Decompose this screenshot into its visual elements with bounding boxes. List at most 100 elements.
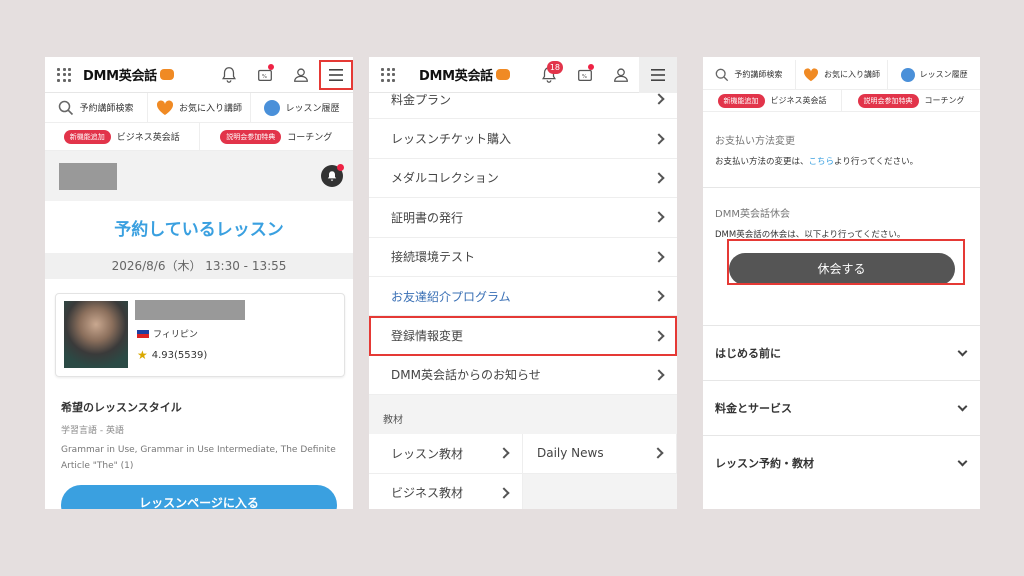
search-icon xyxy=(715,68,729,81)
quick-nav-coaching[interactable]: 説明会参加特典 コーチング xyxy=(200,123,354,150)
search-icon xyxy=(59,100,74,115)
chevron-right-icon xyxy=(653,132,665,145)
coaching-label: コーチング xyxy=(287,133,333,143)
quick-nav-row2: 新機能追加 ビジネス英会話 説明会参加特典 コーチング xyxy=(703,90,980,112)
materials-section-label: 教材 xyxy=(383,415,403,427)
bell-icon[interactable] xyxy=(211,57,247,93)
quick-nav-search-label: 予約講師検索 xyxy=(79,104,134,114)
app-grid-icon[interactable] xyxy=(57,67,71,82)
reserved-lessons-title: 予約しているレッスン xyxy=(114,220,284,240)
chevron-down-icon xyxy=(957,401,968,411)
lesson-materials: Grammar in Use, Grammar in Use Intermedi… xyxy=(61,445,336,471)
quick-nav-row2: 新機能追加 ビジネス英会話 説明会参加特典 コーチング xyxy=(45,123,353,151)
quick-nav-history-label: レッスン履歴 xyxy=(919,70,968,79)
svg-text:%: % xyxy=(582,74,587,80)
pause-section: DMM英会話休会 DMM英会話の休会は、以下より行ってください。 xyxy=(703,205,980,240)
heart-icon xyxy=(156,99,174,115)
menu-item-account-settings[interactable]: 登録情報変更 xyxy=(369,316,677,356)
menu-item-connection-test[interactable]: 接続環境テスト xyxy=(369,237,677,277)
pause-heading: DMM英会話休会 xyxy=(715,209,790,220)
heart-icon xyxy=(803,67,819,81)
menu-panel: DMM英会話 18 % 料金プラン レッスンチケット購入 メダルコレクション 証… xyxy=(369,57,677,509)
quick-nav-favorite[interactable]: お気に入り講師 xyxy=(148,93,251,122)
chevron-right-icon xyxy=(653,251,665,263)
payment-link[interactable]: こちら xyxy=(809,157,835,167)
lesson-date: 2026/8/6（木） 13:30 - 13:55 xyxy=(45,253,353,279)
redacted-tutor-name xyxy=(135,300,245,320)
quick-nav-favorite-label: お気に入り講師 xyxy=(178,104,242,114)
clock-icon xyxy=(900,67,915,82)
brand-logo[interactable]: DMM英会話 xyxy=(419,65,510,84)
quick-nav: 予約講師検索 お気に入り講師 レッスン履歴 xyxy=(703,60,980,90)
chevron-right-icon xyxy=(653,211,665,224)
quick-nav-business[interactable]: 新機能追加 ビジネス英会話 xyxy=(45,123,200,150)
quick-nav-favorite-label: お気に入り講師 xyxy=(824,70,880,79)
chevron-right-icon xyxy=(652,447,664,459)
enter-lesson-button[interactable]: レッスンページに入る xyxy=(61,485,337,509)
menu-item-referral[interactable]: お友達紹介プログラム xyxy=(369,276,677,317)
chevron-right-icon xyxy=(653,290,665,302)
faq-booking-materials[interactable]: レッスン予約・教材 xyxy=(703,435,980,490)
new-feature-badge: 新機能追加 xyxy=(63,129,111,144)
quick-nav-history[interactable]: レッスン履歴 xyxy=(888,60,980,89)
chevron-right-icon xyxy=(653,329,665,342)
lesson-style-heading: 希望のレッスンスタイル xyxy=(61,401,182,414)
chevron-right-icon xyxy=(653,369,665,381)
account-settings-panel: 予約講師検索 お気に入り講師 レッスン履歴 新機能追加 ビジネス英会話 説明会参加… xyxy=(703,57,980,509)
profile-icon[interactable] xyxy=(283,57,319,93)
app-header: DMM英会話 % xyxy=(45,57,353,93)
menu-item-news[interactable]: DMM英会話からのお知らせ xyxy=(369,355,677,396)
notification-bell-icon[interactable] xyxy=(321,164,344,187)
payment-section: お支払い方法変更 お支払い方法の変更は、こちらより行ってください。 xyxy=(703,132,980,167)
menu-item-certificate[interactable]: 証明書の発行 xyxy=(369,198,677,238)
philippines-flag-icon xyxy=(137,329,149,338)
menu-list: 料金プラン レッスンチケット購入 メダルコレクション 証明書の発行 接続環境テス… xyxy=(369,80,677,509)
chevron-right-icon xyxy=(653,93,665,105)
quick-nav-favorite[interactable]: お気に入り講師 xyxy=(796,60,889,89)
menu-item-daily-news[interactable]: Daily News xyxy=(523,434,677,474)
profile-icon[interactable] xyxy=(603,57,639,93)
seminar-badge: 説明会参加特典 xyxy=(857,93,919,108)
menu-item-lesson-materials[interactable]: レッスン教材 xyxy=(369,434,523,474)
chevron-right-icon xyxy=(653,172,665,184)
tutor-card[interactable]: フィリピン ★ 4.93(5539) xyxy=(55,293,345,377)
user-bar xyxy=(45,151,353,201)
faq-pricing-services[interactable]: 料金とサービス xyxy=(703,380,980,435)
quick-nav-history-label: レッスン履歴 xyxy=(285,104,340,114)
tutor-rating: 4.93(5539) xyxy=(151,349,208,361)
payment-heading: お支払い方法変更 xyxy=(715,136,795,147)
menu-item-medals[interactable]: メダルコレクション xyxy=(369,158,677,199)
faq-before-start[interactable]: はじめる前に xyxy=(703,325,980,380)
quick-nav-business[interactable]: 新機能追加 ビジネス英会話 xyxy=(703,90,842,111)
brand-logo[interactable]: DMM英会話 xyxy=(83,65,174,84)
app-grid-icon[interactable] xyxy=(381,67,395,82)
chevron-down-icon xyxy=(957,346,968,356)
business-label: ビジネス英会話 xyxy=(116,133,180,143)
svg-text:%: % xyxy=(262,74,267,80)
quick-nav-coaching[interactable]: 説明会参加特典 コーチング xyxy=(842,90,980,111)
hamburger-menu-icon[interactable] xyxy=(639,57,677,93)
quick-nav-search[interactable]: 予約講師検索 xyxy=(45,93,148,122)
business-label: ビジネス英会話 xyxy=(770,96,827,105)
new-feature-badge: 新機能追加 xyxy=(717,93,765,108)
menu-item-business-materials[interactable]: ビジネス教材 xyxy=(369,473,523,509)
redacted-username xyxy=(59,163,117,190)
bell-icon[interactable]: 18 xyxy=(531,57,567,93)
study-language: 学習言語 - 英語 xyxy=(61,426,124,436)
payment-text: お支払い方法の変更は、こちらより行ってください。 xyxy=(715,157,919,167)
quick-nav-search[interactable]: 予約講師検索 xyxy=(703,60,796,89)
pause-highlight xyxy=(727,239,965,285)
chevron-down-icon xyxy=(957,456,968,466)
chevron-right-icon xyxy=(498,487,510,499)
quick-nav-history[interactable]: レッスン履歴 xyxy=(251,93,353,122)
seminar-badge: 説明会参加特典 xyxy=(220,129,282,144)
coupon-icon[interactable]: % xyxy=(247,57,283,93)
clock-icon xyxy=(264,99,281,116)
coupon-icon[interactable]: % xyxy=(567,57,603,93)
star-icon: ★ xyxy=(137,348,148,362)
notification-count-badge: 18 xyxy=(546,61,563,74)
app-header: DMM英会話 18 % xyxy=(369,57,677,93)
home-screen-panel: DMM英会話 % 予約講師検索 お気に入り講師 レッスン履歴 新機能追加 ビジネ… xyxy=(45,57,353,509)
hamburger-menu-icon[interactable] xyxy=(319,60,353,90)
menu-item-ticket[interactable]: レッスンチケット購入 xyxy=(369,119,677,159)
